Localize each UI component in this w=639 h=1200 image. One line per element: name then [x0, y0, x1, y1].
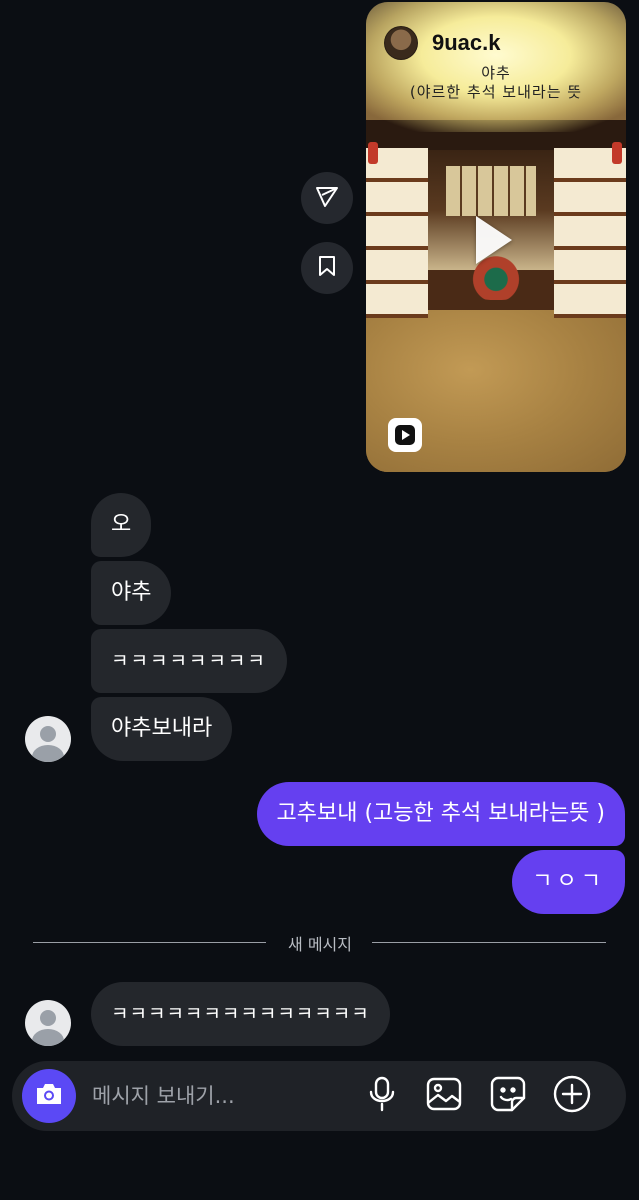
reel-author-avatar[interactable] [384, 26, 418, 60]
message-composer [12, 1061, 626, 1131]
avatar-head [40, 1010, 56, 1026]
incoming-message[interactable]: ㅋㅋㅋㅋㅋㅋㅋㅋ [91, 629, 287, 693]
bookmark-icon [315, 254, 339, 282]
sticker-button[interactable] [488, 1076, 528, 1116]
avatar[interactable] [25, 1000, 71, 1046]
reel-inner-door [446, 166, 536, 216]
camera-icon [34, 1081, 64, 1111]
divider-line-left [33, 942, 266, 943]
more-button[interactable] [552, 1075, 592, 1117]
reel-wall-right [554, 148, 626, 318]
reels-icon [388, 418, 422, 452]
play-icon[interactable] [476, 216, 512, 264]
chat-screen: 9uac.k 야추 (야르한 추석 보내라는 뜻 오 야추 ㅋㅋㅋㅋㅋㅋㅋㅋ 야… [0, 0, 639, 1200]
message-input[interactable] [92, 1079, 342, 1113]
incoming-message[interactable]: 오 [91, 493, 152, 557]
reel-lantern-right [612, 142, 622, 164]
incoming-message[interactable]: 야추보내라 [91, 697, 233, 761]
save-button[interactable] [301, 242, 353, 294]
outgoing-message[interactable]: ㄱㅇㄱ [512, 850, 625, 914]
reel-author-username[interactable]: 9uac.k [432, 30, 501, 56]
avatar-body [32, 745, 64, 762]
new-messages-divider: 새 메시지 [288, 935, 352, 954]
plus-icon [553, 1075, 591, 1117]
gallery-icon [426, 1077, 462, 1115]
divider-line-right [372, 942, 606, 943]
microphone-button[interactable] [362, 1076, 402, 1116]
incoming-message[interactable]: ㅋㅋㅋㅋㅋㅋㅋㅋㅋㅋㅋㅋㅋㅋ [91, 982, 390, 1046]
reel-caption-line2: (야르한 추석 보내라는 뜻 [409, 83, 583, 101]
share-button[interactable] [301, 172, 353, 224]
send-icon [314, 183, 340, 213]
sticker-icon [490, 1076, 526, 1116]
incoming-message[interactable]: 야추 [91, 561, 172, 625]
avatar-body [32, 1029, 64, 1046]
camera-button[interactable] [22, 1069, 76, 1123]
reel-header[interactable]: 9uac.k [384, 26, 501, 60]
reel-caption: 야추 (야르한 추석 보내라는 뜻 [366, 64, 626, 102]
shared-reel-card[interactable]: 9uac.k 야추 (야르한 추석 보내라는 뜻 [366, 2, 626, 472]
avatar-head [40, 726, 56, 742]
reel-wall-left [366, 148, 428, 318]
avatar[interactable] [25, 716, 71, 762]
reel-lantern-left [368, 142, 378, 164]
microphone-icon [367, 1076, 397, 1116]
outgoing-message[interactable]: 고추보내 (고능한 추석 보내라는뜻 ) [256, 782, 625, 846]
reel-caption-line1: 야추 [481, 64, 511, 82]
gallery-button[interactable] [424, 1076, 464, 1116]
